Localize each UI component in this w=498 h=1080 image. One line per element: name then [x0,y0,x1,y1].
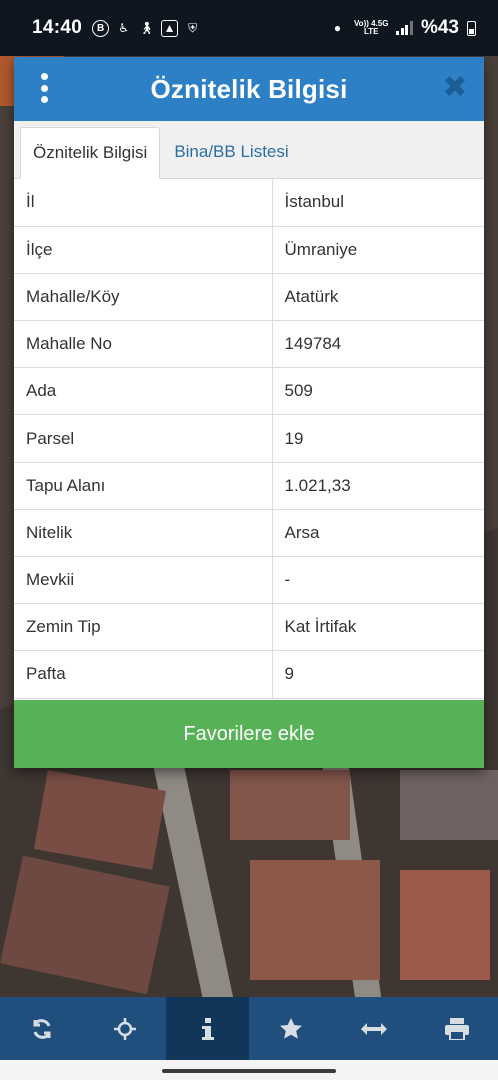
crosshair-icon [113,1017,136,1040]
table-row: İlçe Ümraniye [14,226,484,274]
attribute-value: - [272,556,484,605]
measure-icon [360,1022,387,1035]
info-icon [201,1017,214,1040]
info-button[interactable] [166,997,249,1060]
system-nav-bar [0,1060,498,1080]
shield-icon: ⛨ [188,20,198,35]
attribute-value: Atatürk [272,273,484,322]
attribute-value: İstanbul [272,179,484,227]
location-icon: ● [333,21,342,35]
attribute-key: Zemin Tip [14,603,273,652]
status-bar: 14:40 B ♿ 🚶︎ ▲ ⛨ ● Vo)) 4.5G LTE %43 [0,0,498,56]
refresh-icon [33,1018,50,1039]
tab-bar: Öznitelik Bilgisi Bina/BB Listesi [14,121,484,179]
table-row: Tapu Alanı 1.021,33 [14,462,484,510]
network-lte: LTE [363,27,379,36]
attribute-value: 149784 [272,320,484,369]
attribute-key: Ada [14,367,273,416]
signal-icon [396,21,413,35]
home-handle[interactable] [162,1069,336,1073]
battery-percent: %43 [420,17,459,38]
attribute-key: Parsel [14,414,273,463]
attribute-value: Kat İrtifak [272,603,484,652]
attribute-value: Arsa [272,509,484,558]
attribute-key: İlçe [14,226,273,274]
attribute-key: Nitelik [14,509,273,558]
tab-attribute-info[interactable]: Öznitelik Bilgisi [20,127,161,179]
tab-building-list[interactable]: Bina/BB Listesi [160,126,300,178]
table-row: Mevkii - [14,556,484,605]
dialog-title: Öznitelik Bilgisi [150,73,348,104]
dialog-header: Öznitelik Bilgisi ✖ [14,57,484,121]
attribute-key: Pafta [14,650,273,699]
star-icon [279,1017,302,1039]
refresh-button[interactable] [0,997,83,1060]
measure-button[interactable] [332,997,415,1060]
attribute-value: 19 [272,414,484,463]
attribute-value: 1.021,33 [272,462,484,510]
attribute-key: Tapu Alanı [14,462,273,510]
notification-icons: B ♿ 🚶︎ ▲ ⛨ [92,19,201,37]
walking-icon: 🚶︎ [138,21,155,35]
attribute-table: İl İstanbul İlçe Ümraniye Mahalle/Köy Atatürk… [14,179,484,699]
accessibility-icon: ♿ [118,21,129,35]
attribute-key: İl [14,179,273,227]
status-time: 14:40 [32,17,83,38]
bottom-toolbar [0,997,498,1060]
network-indicator: Vo)) 4.5G LTE [354,20,389,36]
attribute-value: 509 [272,367,484,416]
attribute-dialog: Öznitelik Bilgisi ✖ Öznitelik Bilgisi Bi… [14,57,484,768]
table-row: Mahalle No 149784 [14,320,484,369]
table-row: Ada 509 [14,367,484,416]
table-row: Parsel 19 [14,414,484,463]
table-row: Zemin Tip Kat İrtifak [14,603,484,652]
locate-button[interactable] [83,997,166,1060]
status-right: ● Vo)) 4.5G LTE %43 [329,17,476,39]
b-app-icon: B [92,19,110,37]
table-row: Mahalle/Köy Atatürk [14,273,484,322]
add-to-favorites-button[interactable]: Favorilere ekle [14,700,484,768]
attribute-key: Mevkii [14,556,273,605]
favorites-button[interactable] [249,997,332,1060]
attribute-value: 9 [272,650,484,699]
print-icon [444,1017,469,1040]
more-options-icon[interactable] [36,73,52,103]
attribute-key: Mahalle/Köy [14,273,273,322]
attribute-key: Mahalle No [14,320,273,369]
battery-icon [467,20,476,36]
print-button[interactable] [415,997,498,1060]
table-row: İl İstanbul [14,179,484,227]
close-icon[interactable]: ✖ [442,73,468,103]
attribute-value: Ümraniye [272,226,484,274]
table-row: Pafta 9 [14,650,484,699]
gallery-icon: ▲ [161,19,179,37]
table-row: Nitelik Arsa [14,509,484,558]
